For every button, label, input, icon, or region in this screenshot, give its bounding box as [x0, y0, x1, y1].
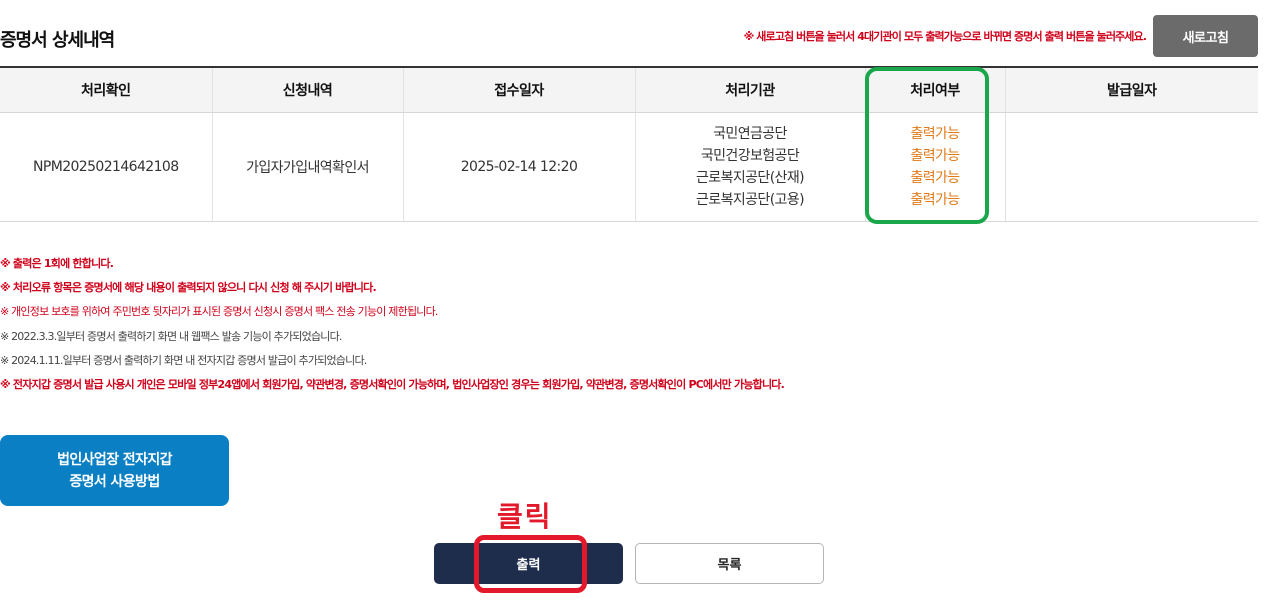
agency-cell: 국민연금공단 국민건강보험공단 근로복지공단(산재) 근로복지공단(고용) [635, 112, 866, 222]
wallet-guide-label-line2: 증명서 사용방법 [69, 473, 160, 490]
list-button[interactable]: 목록 [635, 543, 824, 584]
refresh-notice: ※ 새로고침 버튼을 눌러서 4대기관이 모두 출력가능으로 바뀌면 증명서 출… [743, 30, 1147, 43]
notice-item: ※ 2024.1.11.일부터 증명서 출력하기 화면 내 전자지갑 증명서 발… [0, 353, 367, 367]
agency-name: 국민건강보험공단 [700, 148, 800, 164]
agency-name: 근로복지공단(산재) [696, 170, 805, 186]
wallet-guide-button[interactable]: 법인사업장 전자지갑 증명서 사용방법 [0, 435, 229, 506]
notice-item: ※ 전자지갑 증명서 발급 사용시 개인은 모바일 정부24앱에서 회원가입, … [0, 377, 785, 391]
column-header-request: 신청내역 [212, 67, 404, 113]
agency-name: 근로복지공단(고용) [696, 192, 805, 208]
page-title: 증명서 상세내역 [0, 30, 115, 51]
table-header-row: 처리확인 신청내역 접수일자 처리기관 처리여부 발급일자 [0, 67, 1258, 113]
agency-name: 국민연금공단 [713, 126, 787, 142]
print-highlight-box [474, 535, 587, 593]
click-annotation-label: 클릭 [497, 500, 553, 533]
refresh-button[interactable]: 새로고침 [1153, 15, 1258, 57]
certificate-detail-table: 처리확인 신청내역 접수일자 처리기관 처리여부 발급일자 NPM2025021… [0, 66, 1258, 222]
wallet-guide-label-line1: 법인사업장 전자지갑 [57, 451, 172, 468]
status-highlight-box [865, 67, 989, 224]
confirm-number-cell: NPM20250214642108 [0, 112, 213, 222]
table-row: NPM20250214642108 가입자가입내역확인서 2025-02-14 … [0, 112, 1258, 222]
column-header-issued: 발급일자 [1005, 67, 1258, 113]
column-header-received: 접수일자 [403, 67, 636, 113]
notice-item: ※ 개인정보 보호를 위하여 주민번호 뒷자리가 표시된 증명서 신청시 증명서… [0, 305, 438, 319]
received-date-cell: 2025-02-14 12:20 [403, 112, 636, 222]
notice-list: ※ 출력은 1회에 한합니다. ※ 처리오류 항목은 증명서에 해당 내용이 출… [0, 256, 785, 401]
notice-item: ※ 출력은 1회에 한합니다. [0, 257, 114, 270]
notice-item: ※ 2022.3.3.일부터 증명서 출력하기 화면 내 웹팩스 발송 기능이 … [0, 329, 342, 343]
request-cell: 가입자가입내역확인서 [212, 112, 404, 222]
issued-date-cell [1005, 112, 1258, 222]
column-header-confirm: 처리확인 [0, 67, 213, 113]
notice-item: ※ 처리오류 항목은 증명서에 해당 내용이 출력되지 않으니 다시 신청 해 … [0, 281, 377, 295]
column-header-agency: 처리기관 [635, 67, 866, 113]
